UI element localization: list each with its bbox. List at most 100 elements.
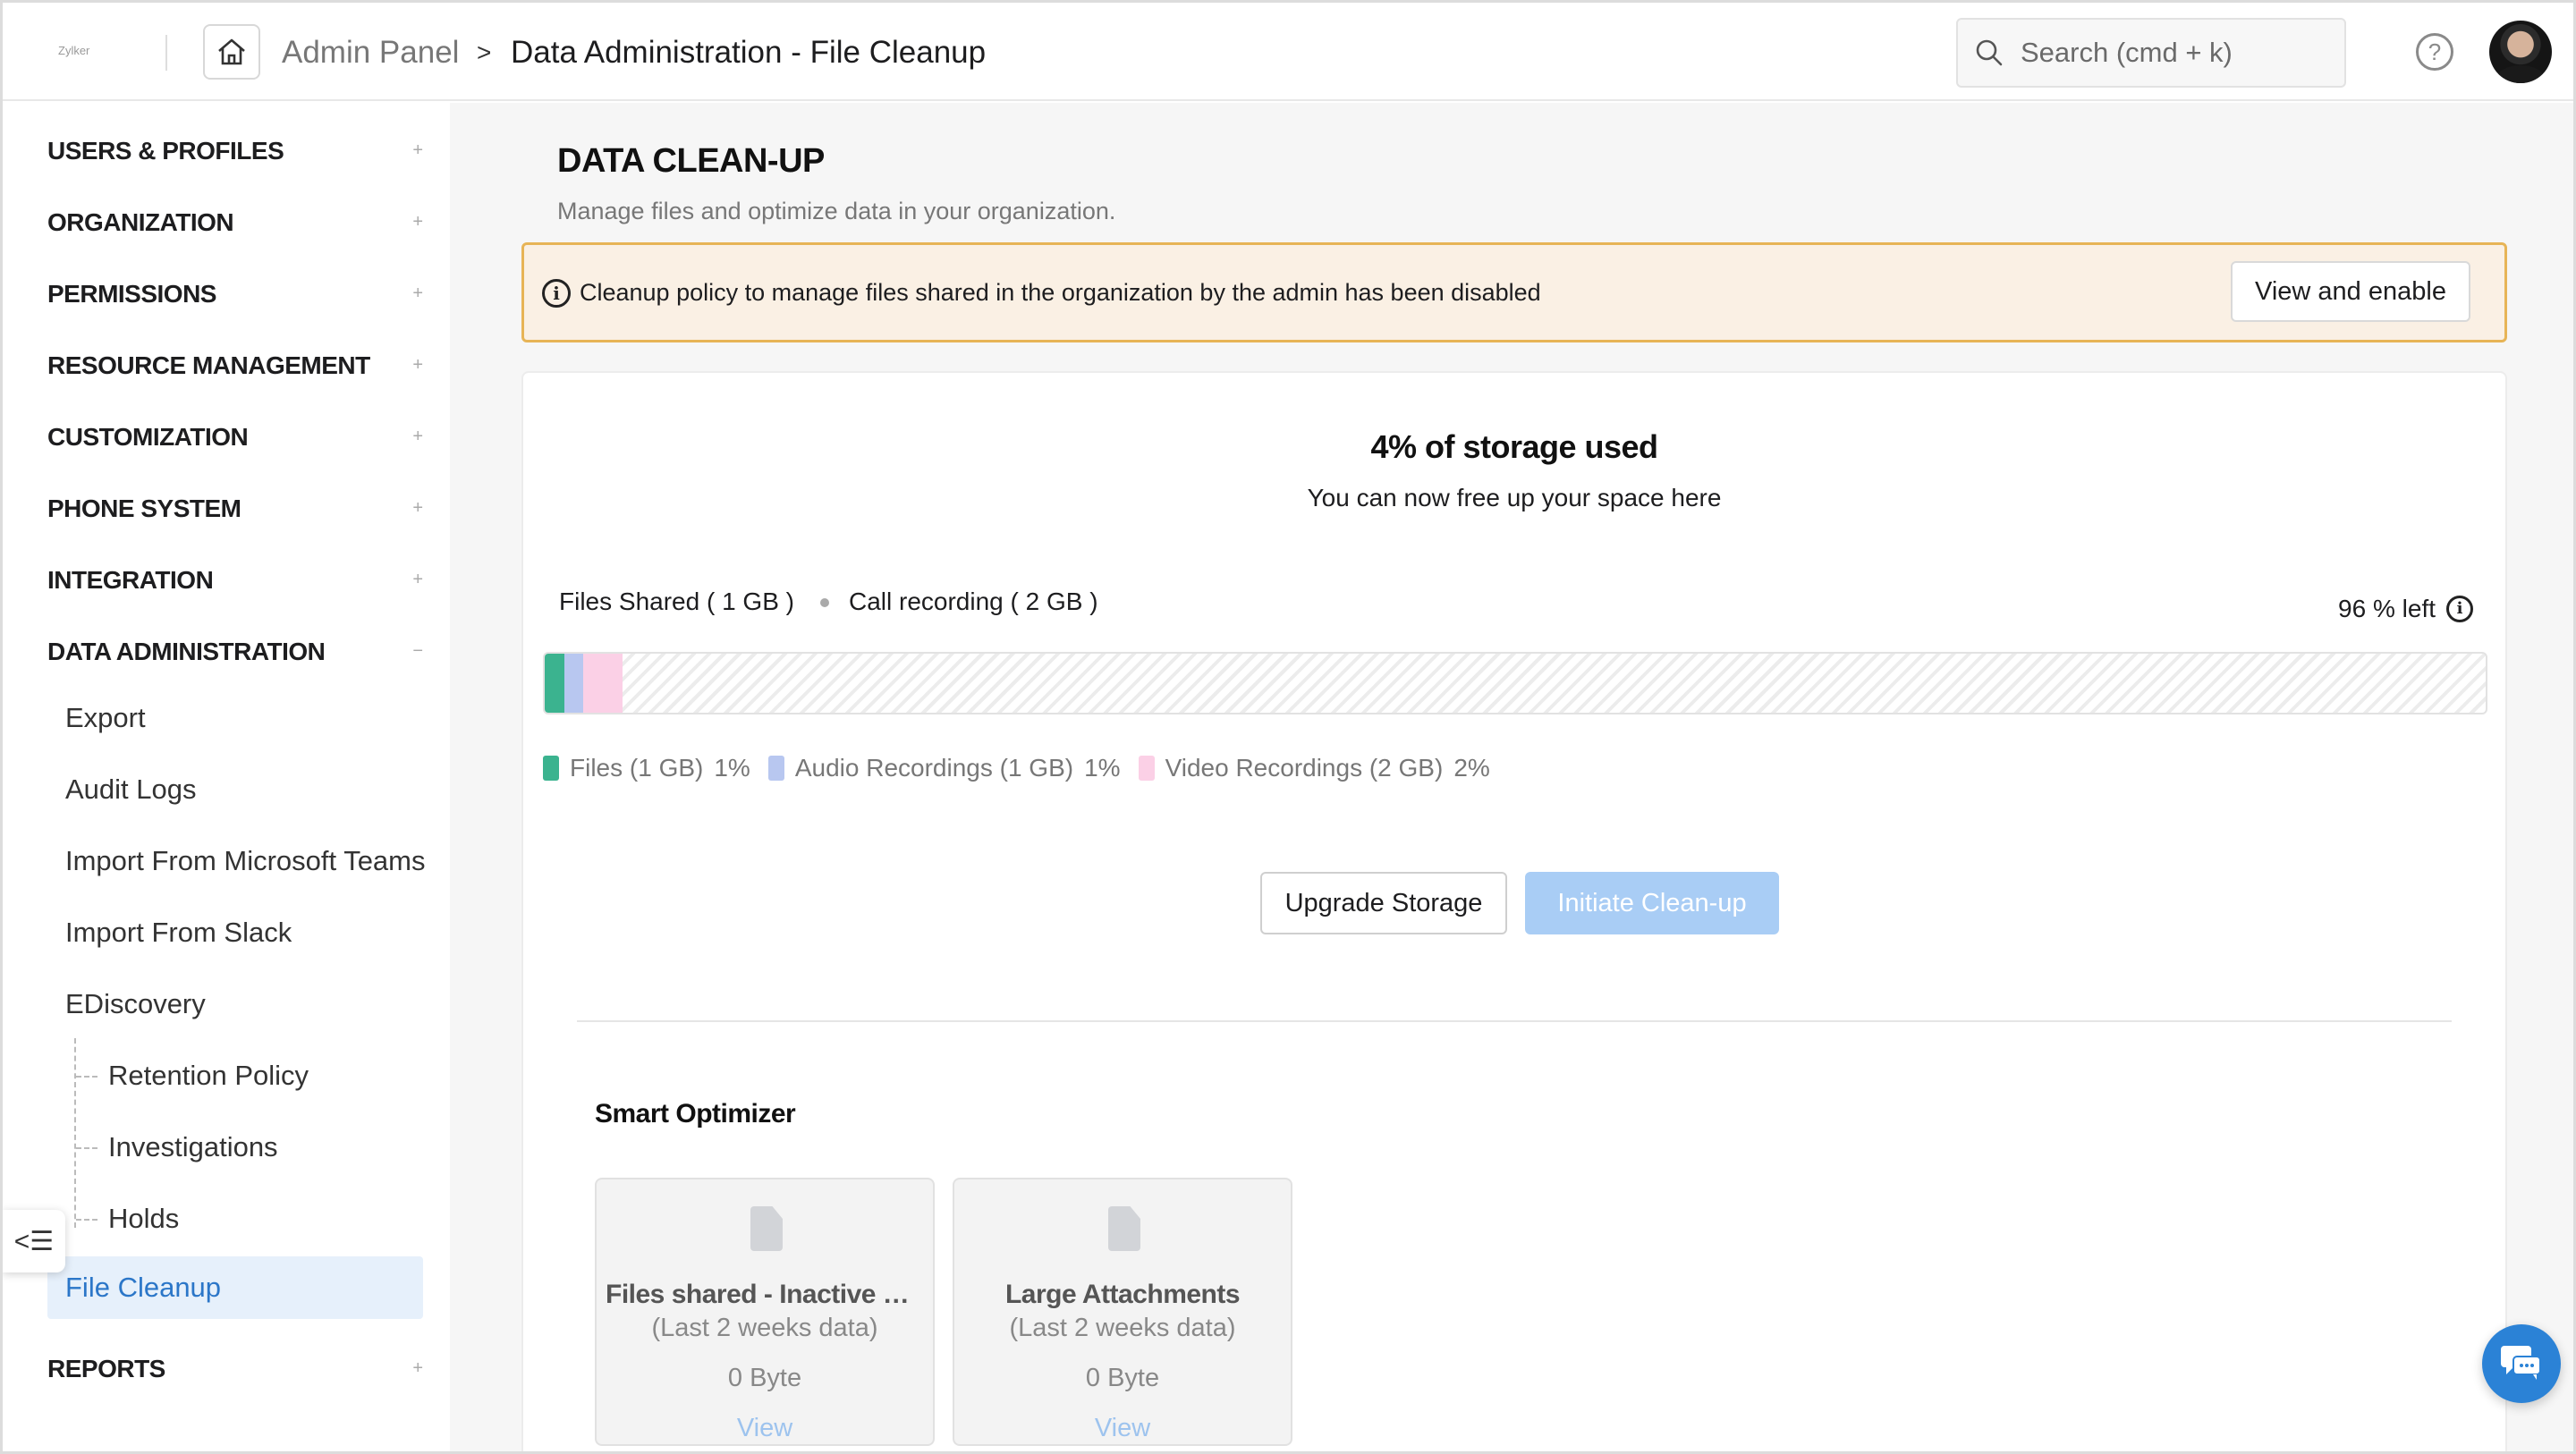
help-icon[interactable]: ? [2416,33,2453,71]
header-divider [165,35,167,71]
legend-swatch [1138,756,1155,781]
search-input[interactable]: Search (cmd + k) [1956,18,2346,88]
tree-branch [76,1219,97,1221]
storage-used-title: 4% of storage used [1370,428,1658,465]
legend-swatch [543,756,559,781]
avatar[interactable] [2489,21,2552,83]
sidebar-item-import-slack[interactable]: Import From Slack [65,917,292,949]
separator-dot [820,598,829,607]
section-divider [577,1020,2452,1022]
breadcrumb-admin-panel[interactable]: Admin Panel [282,35,459,71]
sidebar-item-retention-policy[interactable]: Retention Policy [108,1060,309,1092]
section-label: PERMISSIONS [47,280,216,308]
collapse-sidebar-button[interactable]: <☰ [3,1210,65,1272]
legend-percent: 2% [1453,754,1490,782]
breadcrumb-separator: > [477,38,492,66]
main-content: DATA CLEAN-UP Manage files and optimize … [450,103,2573,1451]
optimizer-card-inactive-users[interactable]: Files shared - Inactive users (Last 2 we… [595,1178,935,1446]
sidebar-item-investigations[interactable]: Investigations [108,1131,278,1163]
sidebar: USERS & PROFILES + ORGANIZATION + PERMIS… [3,103,450,1451]
file-icon [1108,1206,1140,1251]
initiate-cleanup-button[interactable]: Initiate Clean-up [1525,872,1779,934]
sidebar-section-integration[interactable]: INTEGRATION + [47,566,423,605]
sidebar-item-export[interactable]: Export [65,702,146,734]
tree-branch [76,1147,97,1149]
sidebar-section-reports[interactable]: REPORTS + [47,1355,423,1394]
sidebar-section-phone-system[interactable]: PHONE SYSTEM + [47,495,423,534]
optimizer-card-period: (Last 2 weeks data) [651,1314,878,1342]
legend-item: Audio Recordings (1 GB) 1% [767,754,1121,782]
sidebar-section-resource-management[interactable]: RESOURCE MANAGEMENT + [47,351,423,391]
section-label: REPORTS [47,1355,165,1382]
optimizer-card-size: 0 Byte [1085,1364,1160,1392]
chat-button[interactable] [2482,1324,2561,1403]
legend-percent: 1% [714,754,750,782]
sidebar-section-users-profiles[interactable]: USERS & PROFILES + [47,137,423,176]
chat-icon [2501,1346,2541,1380]
expand-icon[interactable]: + [412,283,423,304]
storage-legend: Files (1 GB) 1% Audio Recordings (1 GB) 1% V… [543,754,1508,782]
logo[interactable]: Zylker [58,44,89,57]
storage-left: 96 % left i [2338,595,2473,623]
storage-segment-files [545,654,564,713]
optimizer-card-period: (Last 2 weeks data) [1009,1314,1236,1342]
page-subtitle: Manage files and optimize data in your o… [557,198,1116,224]
expand-icon[interactable]: + [412,498,423,519]
info-icon[interactable]: i [2446,596,2473,622]
optimizer-card-large-attachments[interactable]: Large Attachments (Last 2 weeks data) 0 … [953,1178,1292,1446]
section-label: CUSTOMIZATION [47,423,249,451]
legend-item: Video Recordings (2 GB) 2% [1138,754,1490,782]
section-label: INTEGRATION [47,566,214,594]
optimizer-card-name: Files shared - Inactive users [606,1280,933,1309]
home-icon [218,38,245,65]
sidebar-section-organization[interactable]: ORGANIZATION + [47,208,423,248]
sidebar-section-permissions[interactable]: PERMISSIONS + [47,280,423,319]
tree-line [74,1038,76,1228]
section-label: ORGANIZATION [47,208,234,236]
legend-label: Audio Recordings (1 GB) [794,754,1074,782]
storage-segment-audio-recordings [564,654,584,713]
optimizer-view-link[interactable]: View [597,1414,933,1443]
optimizer-card-size: 0 Byte [727,1364,802,1392]
sidebar-item-label: File Cleanup [65,1272,222,1303]
storage-left-text: 96 % left [2338,595,2436,622]
section-label: DATA ADMINISTRATION [47,638,326,665]
legend-swatch [767,756,784,781]
storage-segment-video-recordings [583,654,623,713]
breadcrumb-current: Data Administration - File Cleanup [511,35,987,70]
alert-text: Cleanup policy to manage files shared in… [580,279,1541,306]
expand-icon[interactable]: + [412,1358,423,1379]
section-label: USERS & PROFILES [47,137,284,165]
sidebar-item-ediscovery[interactable]: EDiscovery [65,988,206,1020]
sidebar-item-import-teams[interactable]: Import From Microsoft Teams [65,845,426,877]
expand-icon[interactable]: + [412,355,423,376]
optimizer-view-link[interactable]: View [954,1414,1291,1443]
sidebar-item-file-cleanup[interactable]: File Cleanup [47,1256,423,1319]
home-button[interactable] [203,24,260,80]
tree-branch [76,1076,97,1078]
legend-percent: 1% [1084,754,1121,782]
sidebar-section-data-administration[interactable]: DATA ADMINISTRATION − [47,638,423,677]
page-title: DATA CLEAN-UP [557,142,825,180]
legend-item: Files (1 GB) 1% [543,754,750,782]
legend-label: Video Recordings (2 GB) [1165,754,1444,782]
sidebar-item-audit-logs[interactable]: Audit Logs [65,773,197,806]
file-icon [750,1206,783,1251]
section-label: PHONE SYSTEM [47,495,242,522]
optimizer-card-name: Large Attachments [1004,1280,1241,1309]
upgrade-storage-button[interactable]: Upgrade Storage [1260,872,1507,934]
expand-icon[interactable]: + [412,140,423,161]
policy-alert: i Cleanup policy to manage files shared … [521,242,2507,342]
storage-bar [543,652,2487,714]
info-icon: i [542,279,571,308]
expand-icon[interactable]: + [412,427,423,447]
view-and-enable-button[interactable]: View and enable [2231,261,2470,322]
call-recording-summary: Call recording ( 2 GB ) [849,588,1098,615]
files-shared-summary: Files Shared ( 1 GB ) [559,588,794,615]
sidebar-section-customization[interactable]: CUSTOMIZATION + [47,423,423,462]
expand-icon[interactable]: + [412,212,423,232]
sidebar-item-holds[interactable]: Holds [108,1203,179,1235]
expand-icon[interactable]: + [412,570,423,590]
collapse-icon[interactable]: − [412,641,423,662]
section-label: RESOURCE MANAGEMENT [47,351,370,379]
